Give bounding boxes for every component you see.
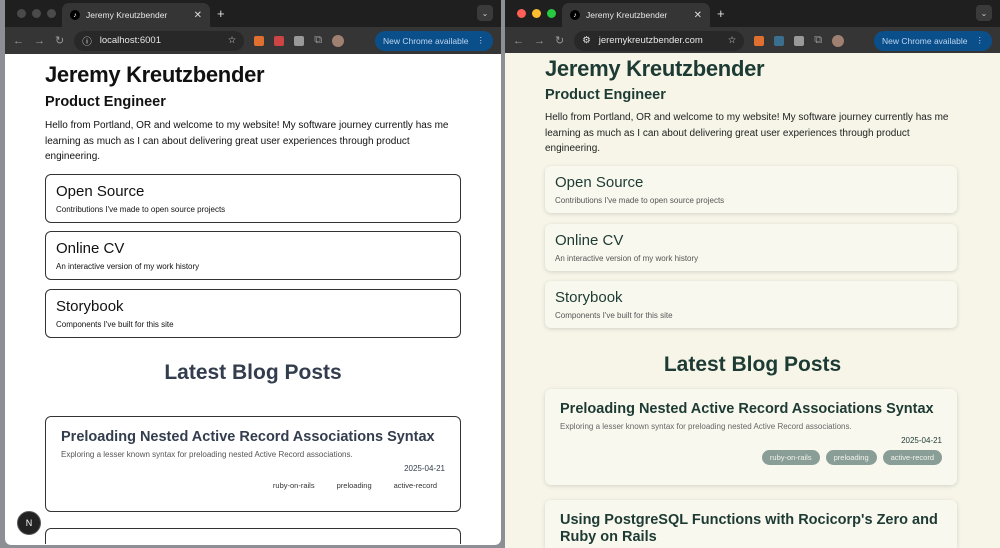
- update-chrome-button[interactable]: New Chrome available ⋮: [374, 30, 493, 51]
- toolbar: ← → ↻ ⚙ jeremykreutzbender.com ☆ ⧉ New Chrom…: [505, 27, 1000, 54]
- menu-kebab-icon: ⋮: [975, 35, 985, 45]
- new-tab-icon[interactable]: +: [217, 6, 225, 21]
- react-devtools-icon[interactable]: [774, 35, 785, 46]
- toolbar: ← → ↻ ⓘ localhost:6001 ☆ ⧉ New Chrome availa…: [5, 27, 501, 54]
- post-desc: Exploring a lesser known syntax for prel…: [560, 422, 852, 431]
- card-storybook[interactable]: Storybook Components I've built for this …: [545, 281, 957, 328]
- extension-icon[interactable]: [294, 35, 305, 46]
- url-text: localhost:6001: [99, 35, 162, 46]
- site-role: Product Engineer: [545, 87, 666, 103]
- card-open-source[interactable]: Open Source Contributions I've made to op…: [45, 174, 461, 223]
- blog-post-card[interactable]: Using PostgreSQL Functions with Rocicorp…: [545, 500, 957, 548]
- tag[interactable]: preloading: [825, 450, 877, 465]
- extensions-puzzle-icon[interactable]: ⧉: [314, 34, 322, 47]
- card-online-cv[interactable]: Online CV An interactive version of my wo…: [45, 231, 461, 280]
- new-tab-icon[interactable]: +: [717, 6, 725, 21]
- tag[interactable]: active-record: [882, 450, 942, 465]
- site-name: Jeremy Kreutzbender: [45, 62, 265, 87]
- back-icon[interactable]: ←: [513, 35, 524, 47]
- tab-bar: ♪ Jeremy Kreutzbender ✕ + ⌄: [505, 0, 1000, 27]
- blog-post-card[interactable]: [45, 528, 461, 544]
- tab-bar: ♪ Jeremy Kreutzbender ✕ + ⌄: [5, 0, 501, 27]
- browser-window-localhost: ♪ Jeremy Kreutzbender ✕ + ⌄ ← → ↻ ⓘ localhost…: [5, 0, 501, 545]
- close-tab-icon[interactable]: ✕: [194, 10, 202, 21]
- extension-icon[interactable]: [754, 35, 765, 46]
- favicon-icon: ♪: [70, 10, 80, 20]
- menu-kebab-icon: ⋮: [476, 35, 486, 45]
- post-date: 2025-04-21: [404, 464, 445, 473]
- blog-post-card[interactable]: Preloading Nested Active Record Associat…: [545, 389, 957, 485]
- tag[interactable]: active-record: [386, 478, 445, 493]
- reload-icon[interactable]: ↻: [555, 34, 564, 47]
- tab-active[interactable]: ♪ Jeremy Kreutzbender ✕: [62, 3, 210, 27]
- blog-post-card[interactable]: Preloading Nested Active Record Associat…: [45, 416, 461, 512]
- site-name: Jeremy Kreutzbender: [545, 56, 765, 81]
- extension-icon[interactable]: [254, 35, 265, 46]
- tag[interactable]: preloading: [329, 478, 380, 493]
- tab-search-chevron-icon[interactable]: ⌄: [477, 5, 493, 21]
- blog-heading: Latest Blog Posts: [164, 361, 342, 384]
- reload-icon[interactable]: ↻: [55, 34, 64, 47]
- tab-title: Jeremy Kreutzbender: [586, 10, 668, 20]
- window-controls[interactable]: [517, 9, 556, 18]
- post-title: Preloading Nested Active Record Associat…: [560, 401, 934, 417]
- intro-text: Hello from Portland, OR and welcome to m…: [45, 120, 449, 162]
- address-bar[interactable]: ⓘ localhost:6001 ☆: [74, 30, 245, 51]
- url-text: jeremykreutzbender.com: [598, 35, 703, 46]
- nextjs-dev-badge[interactable]: N: [17, 511, 41, 535]
- tag[interactable]: ruby-on-rails: [265, 478, 323, 493]
- card-storybook[interactable]: Storybook Components I've built for this …: [45, 289, 461, 338]
- update-chrome-button[interactable]: New Chrome available ⋮: [873, 30, 992, 51]
- page-content: Jeremy Kreutzbender Product Engineer Hel…: [505, 53, 1000, 548]
- site-role: Product Engineer: [45, 94, 166, 110]
- tag[interactable]: ruby-on-rails: [761, 450, 820, 465]
- bookmark-star-icon[interactable]: ☆: [228, 35, 237, 46]
- intro-text: Hello from Portland, OR and welcome to m…: [545, 112, 949, 154]
- bookmark-star-icon[interactable]: ☆: [728, 35, 737, 46]
- forward-icon[interactable]: →: [34, 35, 45, 47]
- card-online-cv[interactable]: Online CV An interactive version of my wo…: [545, 224, 957, 271]
- profile-avatar[interactable]: [332, 34, 345, 47]
- forward-icon[interactable]: →: [534, 35, 545, 47]
- post-title: Using PostgreSQL Functions with Rocicorp…: [560, 512, 938, 545]
- favicon-icon: ♪: [570, 10, 580, 20]
- post-date: 2025-04-21: [901, 436, 942, 445]
- post-title: Preloading Nested Active Record Associat…: [61, 429, 435, 445]
- blog-heading: Latest Blog Posts: [663, 353, 842, 376]
- browser-window-production: ♪ Jeremy Kreutzbender ✕ + ⌄ ← → ↻ ⚙ jeremykre…: [505, 0, 1000, 548]
- close-tab-icon[interactable]: ✕: [694, 10, 702, 21]
- card-open-source[interactable]: Open Source Contributions I've made to op…: [545, 166, 957, 213]
- page-content: Jeremy Kreutzbender Product Engineer Hel…: [5, 54, 501, 545]
- tab-search-chevron-icon[interactable]: ⌄: [976, 5, 992, 21]
- back-icon[interactable]: ←: [13, 35, 24, 47]
- extensions-puzzle-icon[interactable]: ⧉: [814, 34, 822, 47]
- tab-active[interactable]: ♪ Jeremy Kreutzbender ✕: [562, 3, 710, 27]
- extension-icon[interactable]: [274, 35, 285, 46]
- window-controls[interactable]: [17, 9, 56, 18]
- extension-icon[interactable]: [794, 35, 805, 46]
- post-desc: Exploring a lesser known syntax for prel…: [61, 450, 353, 459]
- address-bar[interactable]: ⚙ jeremykreutzbender.com ☆: [574, 30, 745, 51]
- profile-avatar[interactable]: [832, 34, 845, 47]
- tab-title: Jeremy Kreutzbender: [86, 10, 168, 20]
- site-settings-icon[interactable]: ⚙: [582, 35, 591, 46]
- site-info-icon[interactable]: ⓘ: [82, 34, 92, 48]
